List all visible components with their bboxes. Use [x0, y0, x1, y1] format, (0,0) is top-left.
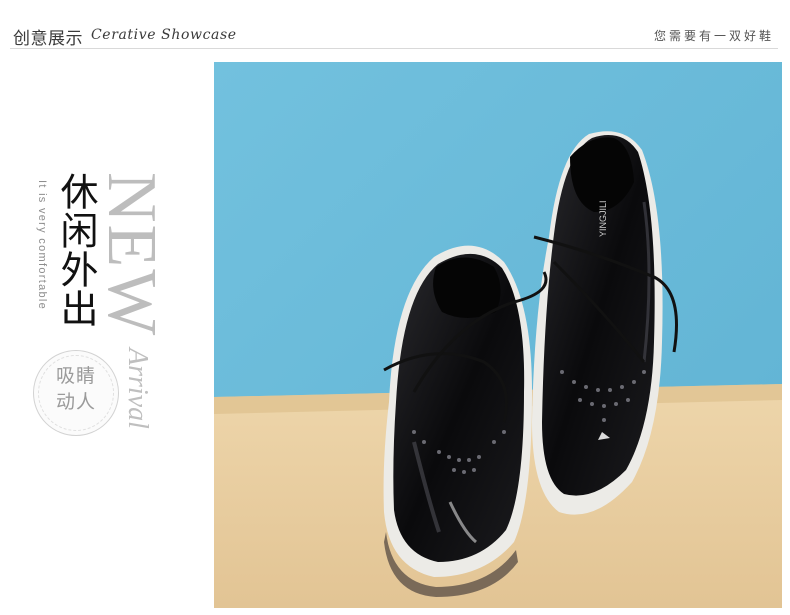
comfort-caption: It is very comfortable — [36, 180, 48, 311]
badge-ring — [38, 355, 114, 431]
promo-text-panel: It is very comfortable 休闲外出 NEW Arrival … — [0, 62, 214, 615]
new-watermark: NEW — [93, 172, 170, 338]
tagline: 您需要有一双好鞋 — [653, 29, 774, 43]
header: 创意展示 Cerative Showcase 您需要有一双好鞋 — [0, 0, 790, 62]
casual-outing-heading: 休闲外出 — [54, 172, 98, 328]
section-title-english: Cerative Showcase — [91, 27, 237, 43]
brand-label: YINGJILI — [598, 200, 608, 237]
arrival-watermark: Arrival — [122, 348, 153, 429]
product-photo: YINGJILI — [214, 62, 782, 608]
section-title: 创意展示 — [13, 29, 83, 49]
eye-catching-badge: 吸睛 动人 — [33, 350, 119, 436]
header-divider — [10, 48, 778, 49]
shoe-illustration: YINGJILI — [214, 62, 782, 608]
